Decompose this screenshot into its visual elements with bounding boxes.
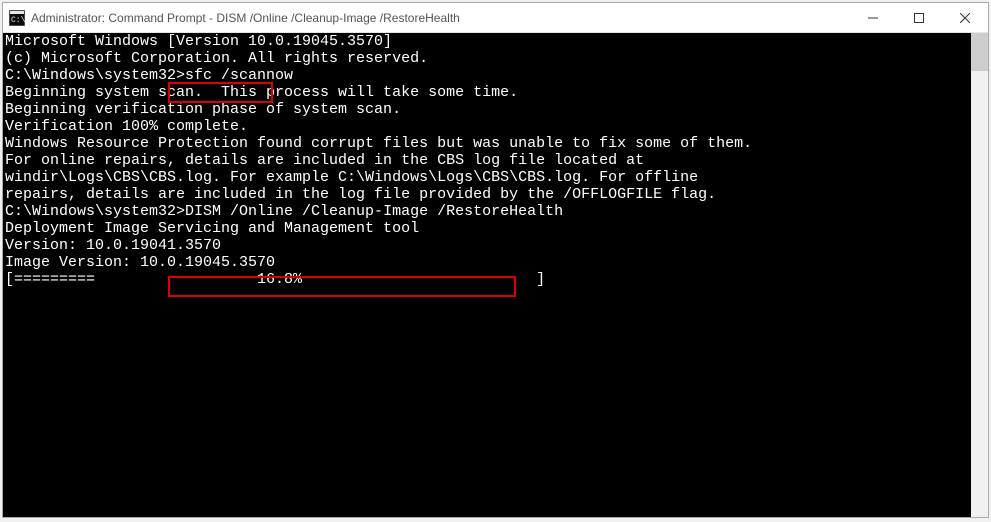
console-output[interactable]: Microsoft Windows [Version 10.0.19045.35… (3, 33, 971, 517)
command-text: sfc /scannow (185, 67, 293, 84)
console-area: Microsoft Windows [Version 10.0.19045.35… (3, 33, 988, 517)
window-controls (850, 3, 988, 32)
close-button[interactable] (942, 3, 988, 32)
cmd-icon: C:\ (9, 10, 25, 26)
output-line: Image Version: 10.0.19045.3570 (5, 254, 971, 271)
progress-line: [========= 16.8% ] (5, 271, 971, 288)
output-line: Beginning system scan. This process will… (5, 84, 971, 101)
prompt-line: C:\Windows\system32>sfc /scannow (5, 67, 971, 84)
vertical-scrollbar[interactable] (971, 33, 988, 517)
prompt-line: C:\Windows\system32>DISM /Online /Cleanu… (5, 203, 971, 220)
minimize-button[interactable] (850, 3, 896, 32)
output-line: Verification 100% complete. (5, 118, 971, 135)
output-line: Version: 10.0.19041.3570 (5, 237, 971, 254)
window-title: Administrator: Command Prompt - DISM /On… (31, 11, 850, 25)
output-line: (c) Microsoft Corporation. All rights re… (5, 50, 971, 67)
output-line: repairs, details are included in the log… (5, 186, 971, 203)
output-line: Windows Resource Protection found corrup… (5, 135, 971, 152)
titlebar[interactable]: C:\ Administrator: Command Prompt - DISM… (3, 3, 988, 33)
svg-text:C:\: C:\ (11, 16, 25, 25)
output-line: Microsoft Windows [Version 10.0.19045.35… (5, 33, 971, 50)
cmd-window: C:\ Administrator: Command Prompt - DISM… (2, 2, 989, 518)
output-line: windir\Logs\CBS\CBS.log. For example C:\… (5, 169, 971, 186)
scrollbar-track[interactable] (971, 33, 988, 517)
output-line: Beginning verification phase of system s… (5, 101, 971, 118)
prompt-prefix: C:\Windows\system32> (5, 203, 185, 220)
prompt-prefix: C:\Windows\system32> (5, 67, 185, 84)
maximize-button[interactable] (896, 3, 942, 32)
scrollbar-thumb[interactable] (971, 33, 988, 71)
output-line: For online repairs, details are included… (5, 152, 971, 169)
output-line: Deployment Image Servicing and Managemen… (5, 220, 971, 237)
command-text: DISM /Online /Cleanup-Image /RestoreHeal… (185, 203, 563, 220)
